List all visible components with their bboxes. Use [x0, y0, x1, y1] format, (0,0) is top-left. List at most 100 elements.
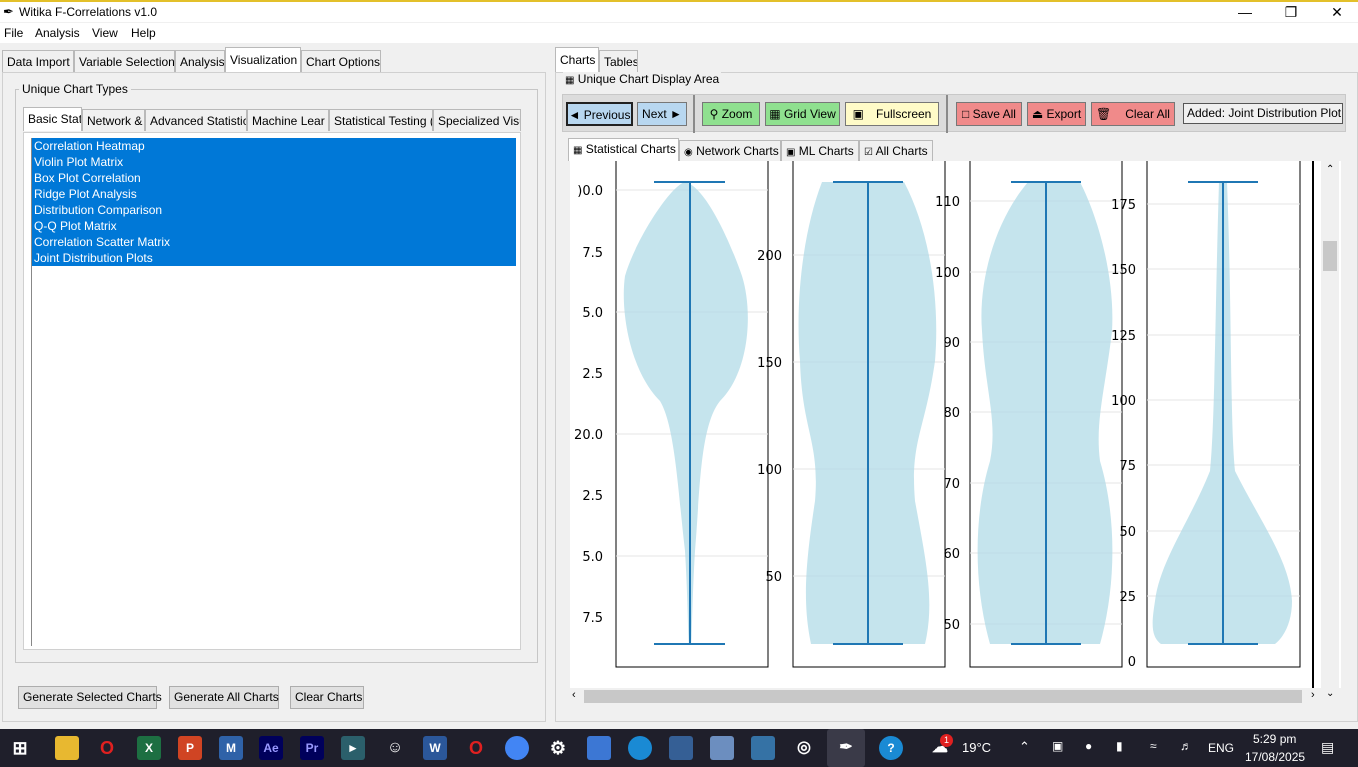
close-button[interactable]: ✕	[1314, 2, 1358, 22]
tab-chart-options[interactable]: Chart Options	[301, 50, 381, 72]
camera-icon[interactable]: ▣	[1052, 739, 1063, 753]
edge-icon[interactable]	[628, 736, 652, 760]
chart-canvas: )0.0 7.5 5.0 2.5 20.0 2.5 5.0 7.5 200 15…	[570, 161, 1341, 688]
subtab-network[interactable]: Network &	[82, 109, 145, 131]
vertical-scrollbar[interactable]: ⌃ ⌄	[1321, 161, 1339, 705]
app-icon[interactable]	[710, 736, 734, 760]
violin-plot-svg: )0.0 7.5 5.0 2.5 20.0 2.5 5.0 7.5 200 15…	[574, 161, 1314, 688]
tick-label: 175	[1111, 198, 1136, 213]
tab-visualization[interactable]: Visualization	[225, 47, 301, 72]
subtab-machine-learning[interactable]: Machine Lear	[247, 109, 329, 131]
subtab-statistical-testing[interactable]: Statistical Testing (	[329, 109, 433, 131]
zoom-button[interactable]: ⚲ Zoom	[702, 102, 760, 126]
horizontal-scroll-thumb[interactable]	[584, 690, 1302, 703]
clock-date[interactable]: 17/08/2025	[1245, 750, 1305, 764]
app-m-icon[interactable]: M	[219, 736, 243, 760]
minimize-button[interactable]: —	[1222, 2, 1268, 22]
tick-label: 100	[935, 266, 960, 281]
weather-temperature[interactable]: 19°C	[962, 740, 991, 755]
tab-variable-selection[interactable]: Variable Selection	[74, 50, 175, 72]
menu-file[interactable]: File	[4, 26, 23, 40]
paint-icon[interactable]	[587, 736, 611, 760]
horizontal-scrollbar[interactable]: ‹ ›	[570, 688, 1321, 705]
tab-analysis[interactable]: Analysis	[175, 50, 225, 72]
list-item[interactable]: Distribution Comparison	[32, 202, 516, 218]
scroll-left-icon[interactable]: ‹	[572, 689, 576, 701]
tab-all-charts[interactable]: ☑ All Charts	[859, 140, 933, 161]
tick-label: 150	[757, 356, 782, 371]
generate-all-button[interactable]: Generate All Charts	[169, 686, 279, 709]
generate-selected-button[interactable]: Generate Selected Charts	[18, 686, 162, 709]
scroll-right-icon[interactable]: ›	[1311, 689, 1315, 701]
list-item[interactable]: Ridge Plot Analysis	[32, 186, 516, 202]
clear-charts-button[interactable]: Clear Charts	[290, 686, 364, 709]
list-item[interactable]: Box Plot Correlation	[32, 170, 516, 186]
tick-label: 100	[1111, 394, 1136, 409]
tab-data-import[interactable]: Data Import	[2, 50, 74, 72]
tick-label: 200	[757, 249, 782, 264]
language-indicator[interactable]: ENG	[1208, 741, 1234, 755]
battery-icon[interactable]: ▮	[1116, 739, 1123, 753]
word-icon[interactable]: W	[423, 736, 447, 760]
list-item[interactable]: Correlation Scatter Matrix	[32, 234, 516, 250]
export-button[interactable]: ⏏ Export	[1027, 102, 1086, 126]
tick-label: 0	[1128, 655, 1136, 670]
windows-start-icon[interactable]: ⊞	[8, 736, 32, 760]
menu-analysis[interactable]: Analysis	[35, 26, 80, 40]
menu-help[interactable]: Help	[131, 26, 156, 40]
scroll-up-icon[interactable]: ⌃	[1326, 164, 1334, 175]
scroll-down-icon[interactable]: ⌄	[1326, 688, 1334, 699]
after-effects-icon[interactable]: Ae	[259, 736, 283, 760]
excel-icon[interactable]: X	[137, 736, 161, 760]
powerpoint-icon[interactable]: P	[178, 736, 202, 760]
settings-icon[interactable]: ⚙	[546, 736, 570, 760]
network-app-icon[interactable]	[669, 736, 693, 760]
list-item[interactable]: Q-Q Plot Matrix	[32, 218, 516, 234]
wifi-icon[interactable]: ≈	[1150, 739, 1157, 753]
opera-icon[interactable]: O	[95, 736, 119, 760]
save-all-button[interactable]: □ Save All	[956, 102, 1022, 126]
menu-view[interactable]: View	[92, 26, 118, 40]
tick-label: 150	[1111, 263, 1136, 278]
restore-button[interactable]: ❐	[1268, 2, 1314, 22]
chrome-icon[interactable]	[505, 736, 529, 760]
file-explorer-icon[interactable]	[55, 736, 79, 760]
notification-icon[interactable]: ▤	[1321, 739, 1334, 756]
vertical-scroll-thumb[interactable]	[1323, 241, 1337, 271]
previous-button[interactable]: ◄ Previous	[566, 102, 633, 126]
opera-gx-icon[interactable]: O	[464, 736, 488, 760]
app-face-icon[interactable]: ☺	[383, 736, 407, 760]
window-title: Witika F-Correlations v1.0	[19, 5, 158, 19]
tab-ml-charts[interactable]: ▣ ML Charts	[781, 140, 859, 161]
chevron-up-icon[interactable]: ⌃	[1019, 739, 1030, 755]
list-item[interactable]: Joint Distribution Plots	[32, 250, 516, 266]
tab-charts[interactable]: Charts	[555, 47, 599, 72]
subtab-specialized[interactable]: Specialized Visu	[433, 109, 521, 131]
tab-tables[interactable]: Tables	[599, 50, 638, 72]
fullscreen-button[interactable]: ▣ Fullscreen	[845, 102, 939, 126]
subtab-advanced[interactable]: Advanced Statistic	[145, 109, 247, 131]
editor-icon[interactable]: ►	[341, 736, 365, 760]
next-button[interactable]: Next ►	[637, 102, 687, 126]
microphone-icon[interactable]: ●	[1085, 739, 1092, 753]
tab-statistical-charts[interactable]: ▦ Statistical Charts	[568, 138, 679, 161]
export-label: Export	[1046, 107, 1082, 121]
clear-all-button[interactable]: 🗑 Clear All	[1091, 102, 1175, 126]
windows-taskbar: ⊞ O X P M Ae Pr ► ☺ W O ⚙ ◎ ✒ ? ☁ 1 19°C…	[0, 729, 1358, 767]
chart-types-list[interactable]: Correlation Heatmap Violin Plot Matrix B…	[31, 138, 516, 646]
feather-icon: ✒	[3, 4, 14, 19]
premiere-icon[interactable]: Pr	[300, 736, 324, 760]
list-item[interactable]: Violin Plot Matrix	[32, 154, 516, 170]
subtab-basic[interactable]: Basic Stati	[23, 107, 82, 131]
volume-icon[interactable]: ♬	[1180, 739, 1192, 753]
list-item[interactable]: Correlation Heatmap	[32, 138, 516, 154]
feather-app-icon[interactable]: ✒	[827, 729, 865, 767]
fullscreen-label: Fullscreen	[875, 107, 932, 121]
grid-view-button[interactable]: ▦ Grid View	[765, 102, 840, 126]
tick-label: 50	[765, 570, 782, 585]
tab-network-charts[interactable]: ◉ Network Charts	[679, 140, 781, 161]
python-icon[interactable]	[751, 736, 775, 760]
help-icon[interactable]: ?	[879, 736, 903, 760]
clock-time[interactable]: 5:29 pm	[1253, 732, 1296, 746]
obs-icon[interactable]: ◎	[792, 736, 816, 760]
